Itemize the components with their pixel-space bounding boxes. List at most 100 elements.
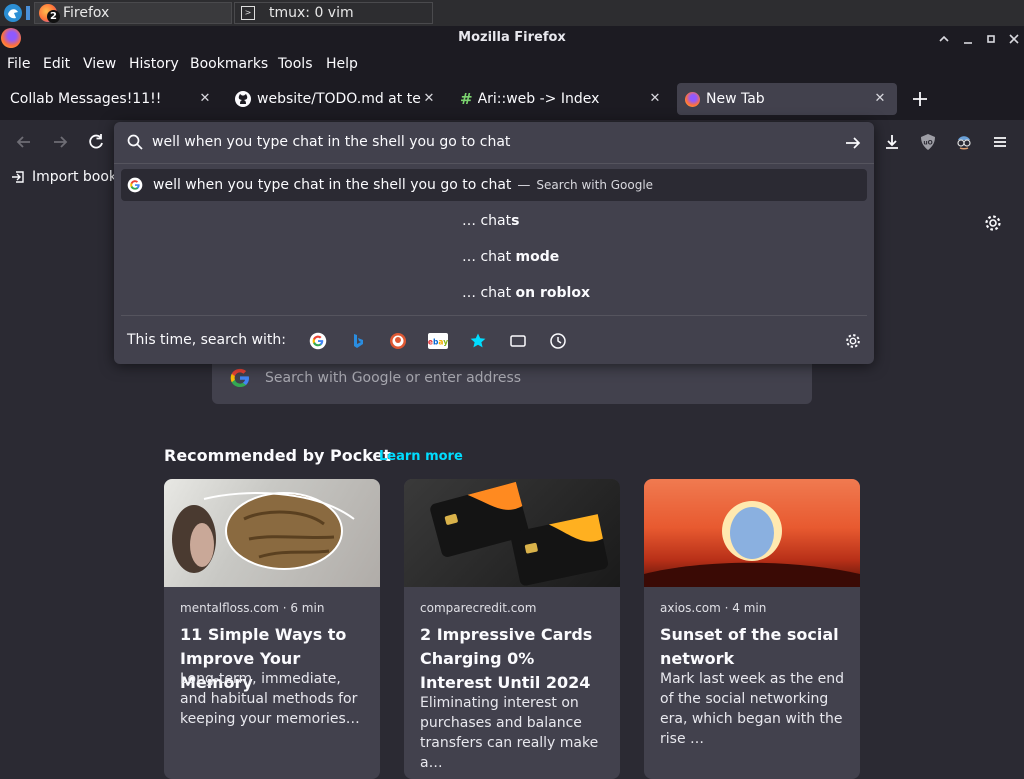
urlbar-divider [121,315,867,316]
firefox-tab-icon [685,91,700,107]
extension-spy-icon[interactable] [954,132,974,152]
engine-duckduckgo-icon[interactable] [388,331,408,351]
engine-tabs-icon[interactable] [508,331,528,351]
newtab-search-placeholder: Search with Google or enter address [265,370,522,386]
pocket-card[interactable]: comparecredit.com 2 Impressive Cards Cha… [404,479,620,779]
suggestion-completion: s [511,213,520,229]
menu-tools[interactable]: Tools [278,56,313,72]
tab-collab-messages[interactable]: Collab Messages!11!! ✕ [4,83,222,115]
newtab-settings-gear-icon[interactable] [983,213,1003,233]
urlbar-suggestion[interactable]: … chat on roblox [462,285,590,301]
tab-ari-web-index[interactable]: # Ari::web -> Index ✕ [454,83,672,115]
tab-close-icon[interactable]: ✕ [422,92,436,106]
menu-view[interactable]: View [83,56,116,72]
window-title: Mozilla Firefox [458,30,566,45]
svg-text:uO: uO [923,140,932,147]
suggestion-prefix: … chat [462,213,512,229]
menu-edit[interactable]: Edit [43,56,70,72]
window-minimize-button[interactable] [960,31,976,47]
terminal-icon: > [241,6,255,20]
card-description: Mark last week as the end of the social … [660,671,845,747]
tab-label: Ari::web -> Index [477,91,600,107]
engine-bing-icon[interactable] [348,331,368,351]
tab-strip: Collab Messages!11!! ✕ website/TODO.md a… [0,78,1024,120]
menu-file[interactable]: File [7,56,30,72]
pocket-card[interactable]: mentalfloss.com · 6 min 11 Simple Ways t… [164,479,380,779]
tab-close-icon[interactable]: ✕ [648,92,662,106]
engine-ebay-icon[interactable]: ebay [428,331,448,351]
taskbar-app-firefox[interactable]: 2 Firefox [34,2,232,24]
card-image [644,479,860,587]
urlbar-suggestion-top[interactable]: well when you type chat in the shell you… [121,169,867,201]
tab-label: New Tab [706,91,765,107]
search-with-label: This time, search with: [127,332,286,348]
urlbar-divider [114,163,874,164]
firefox-taskbar-icon: 2 [39,4,60,23]
reload-icon[interactable] [86,132,106,152]
card-source: mentalfloss.com · 6 min [180,601,325,615]
new-tab-plus-icon[interactable] [910,89,930,109]
window-restore-button[interactable] [983,31,999,47]
google-g-small-icon [127,177,143,193]
os-taskbar: 2 Firefox > tmux: 0 vim [0,0,1024,27]
pocket-learn-more-link[interactable]: Learn more [379,449,463,464]
card-title: 2 Impressive Cards Charging 0% Interest … [420,625,593,692]
urlbar-popup: well when you type chat in the shell you… [114,122,874,364]
suggestion-prefix: … chat [462,249,516,265]
suggestion-completion: on roblox [515,285,590,301]
taskbar-app-tmux[interactable]: > tmux: 0 vim [234,2,433,24]
os-launcher-icon[interactable] [4,4,22,22]
window-titlebar[interactable]: Mozilla Firefox [0,26,1024,52]
hamburger-menu-icon[interactable] [990,132,1010,152]
menu-history[interactable]: History [129,56,179,72]
hashtag-icon: # [460,90,473,108]
card-image [164,479,380,587]
card-image [404,479,620,587]
taskbar-app-label: tmux: 0 vim [269,5,354,21]
forward-arrow-icon[interactable] [50,132,70,152]
suggestion-dash: — [517,177,531,193]
card-description: Eliminating interest on purchases and ba… [420,695,599,771]
github-icon [235,91,251,107]
tab-close-icon[interactable]: ✕ [873,92,887,106]
import-bookmarks-button[interactable]: Import book [10,167,117,187]
os-folder-icon[interactable] [26,6,30,20]
search-icon [127,134,143,150]
engine-bookmarks-star-icon[interactable] [468,331,488,351]
tab-close-icon[interactable]: ✕ [198,92,212,106]
tab-website-todo[interactable]: website/TODO.md at ter ✕ [228,83,446,115]
go-arrow-icon[interactable] [843,133,863,153]
card-source: comparecredit.com [420,601,537,615]
card-source: axios.com · 4 min [660,601,767,615]
menu-help[interactable]: Help [326,56,358,72]
taskbar-badge: 2 [47,10,60,23]
downloads-icon[interactable] [882,132,902,152]
import-bookmarks-label: Import book [32,169,118,185]
menu-bookmarks[interactable]: Bookmarks [190,56,268,72]
urlbar-suggestion[interactable]: … chats [462,213,519,229]
urlbar-suggestion[interactable]: … chat mode [462,249,559,265]
suggestion-action: Search with Google [536,178,654,192]
tab-new-tab[interactable]: New Tab ✕ [677,83,897,115]
pocket-heading: Recommended by Pocket [164,446,391,465]
taskbar-app-label: Firefox [63,5,110,21]
tab-label: Collab Messages!11!! [10,91,162,107]
suggestion-text: well when you type chat in the shell you… [153,177,512,193]
engine-google-icon[interactable] [308,331,328,351]
tab-label: website/TODO.md at ter [257,91,422,107]
search-settings-gear-icon[interactable] [843,331,863,351]
back-arrow-icon[interactable] [14,132,34,152]
engine-history-clock-icon[interactable] [548,331,568,351]
card-title: Sunset of the social network [660,625,839,668]
window-maximize-up-button[interactable] [936,31,952,47]
menu-bar: File Edit View History Bookmarks Tools H… [0,52,1024,78]
urlbar-input[interactable] [152,130,832,154]
card-description: Long-term, immediate, and habitual metho… [180,671,360,727]
import-icon [12,171,24,183]
svg-text:ebay: ebay [428,338,448,347]
suggestion-completion: mode [515,249,560,265]
pocket-card[interactable]: axios.com · 4 min Sunset of the social n… [644,479,860,779]
window-close-button[interactable] [1006,31,1022,47]
google-g-icon [230,368,249,387]
ublock-shield-icon[interactable]: uO [918,132,938,152]
